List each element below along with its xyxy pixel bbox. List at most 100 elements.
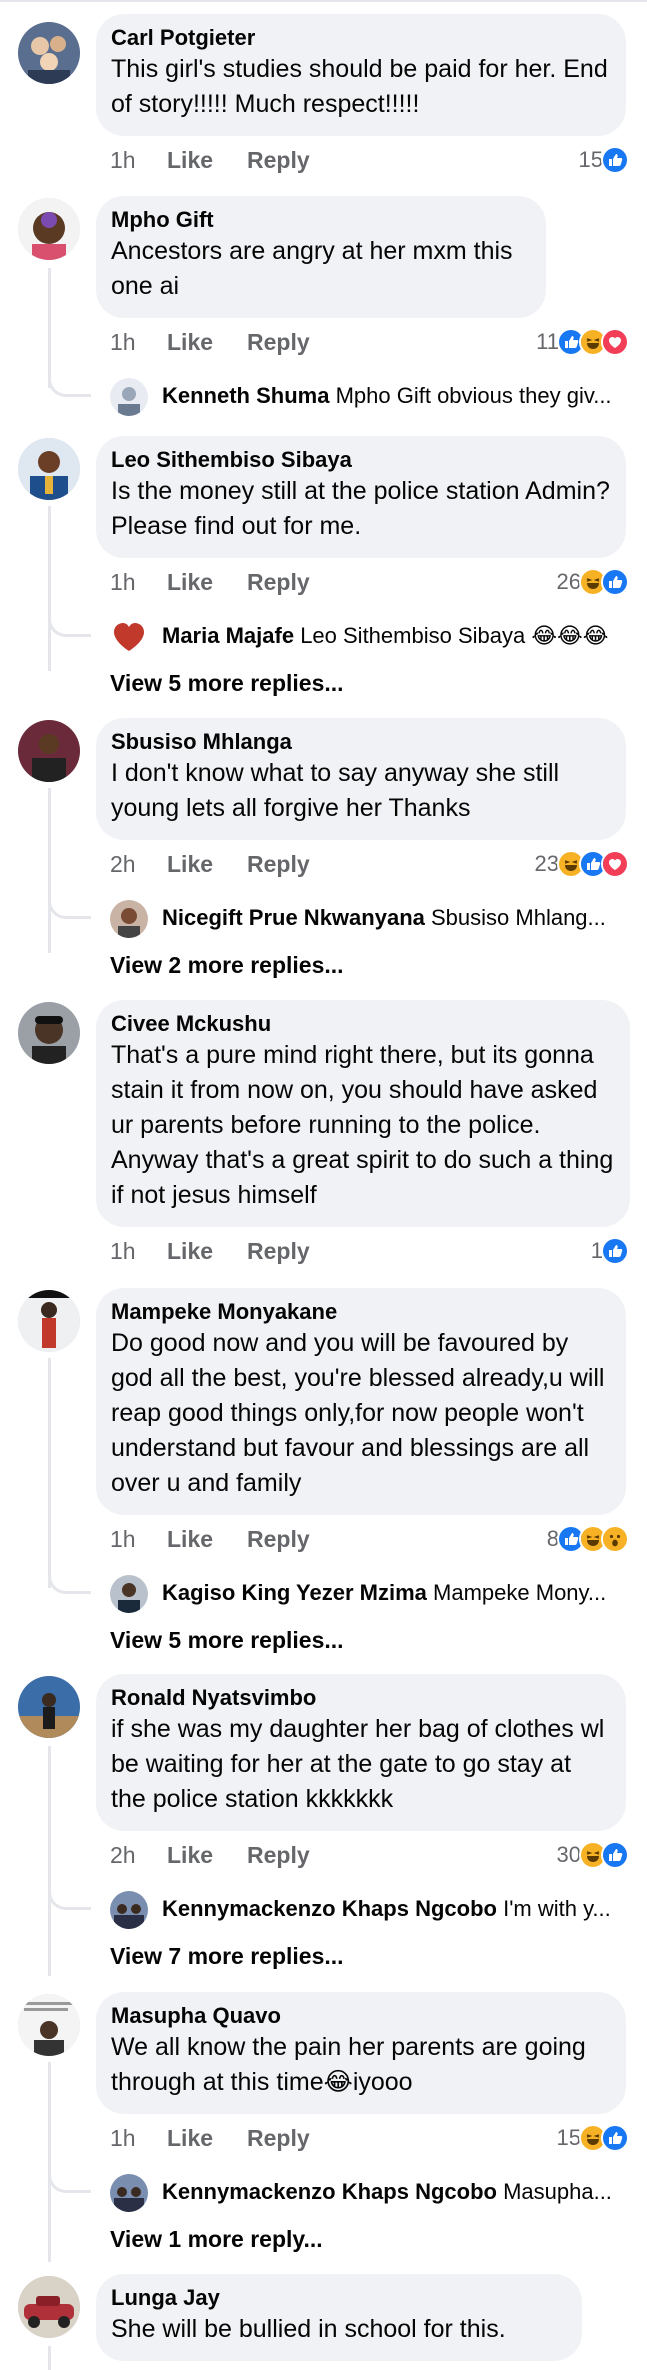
reply-button[interactable]: Reply — [247, 2123, 310, 2153]
reply-snippet: Mampeke Mony... — [433, 1580, 607, 1605]
like-button[interactable]: Like — [167, 1524, 213, 1554]
comment-author[interactable]: Mampeke Monyakane — [111, 1298, 610, 1326]
comment-time[interactable]: 1h — [110, 1236, 136, 1266]
comment-time[interactable]: 1h — [110, 327, 136, 357]
comment-actions: 1h Like Reply — [110, 1236, 629, 1266]
reply-button[interactable]: Reply — [247, 1524, 310, 1554]
reaction-summary[interactable]: 15 — [579, 145, 629, 175]
view-more-replies[interactable]: View 5 more replies... — [110, 1625, 344, 1655]
avatar — [110, 2174, 148, 2212]
comment-author[interactable]: Sbusiso Mhlanga — [111, 728, 610, 756]
reaction-count: 15 — [578, 147, 603, 172]
comment-author[interactable]: Masupha Quavo — [111, 2002, 610, 2030]
reaction-summary[interactable]: 8 — [547, 1524, 629, 1554]
like-icon — [601, 568, 629, 596]
reply-button[interactable]: Reply — [247, 1840, 310, 1870]
comment-thread: Masupha Quavo We all know the pain her p… — [0, 1992, 647, 2262]
reply-button[interactable]: Reply — [247, 849, 310, 879]
love-icon — [601, 328, 629, 356]
like-button[interactable]: Like — [167, 1840, 213, 1870]
comment-author[interactable]: Ronald Nyatsvimbo — [111, 1684, 610, 1712]
avatar — [110, 618, 148, 656]
comment-author[interactable]: Mpho Gift — [111, 206, 530, 234]
reply-button[interactable]: Reply — [247, 1236, 310, 1266]
like-button[interactable]: Like — [167, 145, 213, 175]
comment-thread: Mpho Gift Ancestors are angry at her mxm… — [0, 196, 647, 466]
reaction-summary[interactable]: 30 — [557, 1840, 629, 1870]
reply-preview[interactable]: Kagiso King Yezer Mzima Mampeke Mony... — [48, 1563, 637, 1613]
reaction-summary[interactable]: 15 — [557, 2123, 629, 2153]
comment-text: Is the money still at the police station… — [111, 477, 610, 540]
thread-connector — [48, 2162, 91, 2193]
reply-button[interactable]: Reply — [247, 145, 310, 175]
reply-preview[interactable]: Nicegift Prue Nkwanyana Sbusiso Mhlang..… — [48, 888, 637, 938]
reaction-count: 23 — [534, 851, 559, 876]
avatar[interactable] — [18, 2276, 80, 2338]
comment-author[interactable]: Carl Potgieter — [111, 24, 610, 52]
comment-bubble: Ronald Nyatsvimbo if she was my daughter… — [96, 1674, 626, 1831]
view-more-replies[interactable]: View 7 more replies... — [110, 1941, 344, 1971]
avatar[interactable] — [18, 1676, 80, 1738]
comment-time[interactable]: 1h — [110, 567, 136, 597]
like-button[interactable]: Like — [167, 2123, 213, 2153]
reply-author[interactable]: Kenneth Shuma — [162, 383, 329, 408]
reply-button[interactable]: Reply — [247, 327, 310, 357]
like-button[interactable]: Like — [167, 849, 213, 879]
thread-connector — [48, 606, 91, 637]
like-button[interactable]: Like — [167, 327, 213, 357]
view-more-replies[interactable]: View 5 more replies... — [110, 668, 344, 698]
comment-bubble: Lunga Jay She will be bullied in school … — [96, 2274, 582, 2361]
comment-actions: 1h Like Reply — [110, 2123, 629, 2153]
comment-actions: 1h Like Reply — [110, 567, 629, 597]
reaction-summary[interactable]: 26 — [557, 567, 629, 597]
like-button[interactable]: Like — [167, 567, 213, 597]
reaction-summary[interactable]: 23 — [535, 849, 629, 879]
reaction-summary[interactable]: 11 — [536, 327, 629, 357]
comment-bubble: Carl Potgieter This girl's studies shoul… — [96, 14, 626, 136]
comment-text: Ancestors are angry at her mxm this one … — [111, 237, 513, 300]
reply-author[interactable]: Kennymackenzo Khaps Ngcobo — [162, 1896, 497, 1921]
reply-preview[interactable]: Kennymackenzo Khaps Ngcobo Masupha... — [48, 2162, 637, 2212]
comment-author[interactable]: Civee Mckushu — [111, 1010, 614, 1038]
reply-snippet: I'm with y... — [503, 1896, 611, 1921]
reply-author[interactable]: Kagiso King Yezer Mzima — [162, 1580, 427, 1605]
reply-author[interactable]: Maria Majafe — [162, 623, 294, 648]
comment-text: This girl's studies should be paid for h… — [111, 55, 608, 118]
comment-time[interactable]: 2h — [110, 849, 136, 879]
comment-author[interactable]: Lunga Jay — [111, 2284, 566, 2312]
reply-preview[interactable]: Kennymackenzo Khaps Ngcobo I'm with y... — [48, 1879, 637, 1929]
comment-bubble: Mpho Gift Ancestors are angry at her mxm… — [96, 196, 546, 318]
comment-thread: Lunga Jay She will be bullied in school … — [0, 2274, 647, 2370]
avatar[interactable] — [18, 720, 80, 782]
reply-author[interactable]: Nicegift Prue Nkwanyana — [162, 905, 425, 930]
reply-author[interactable]: Kennymackenzo Khaps Ngcobo — [162, 2179, 497, 2204]
reply-preview[interactable]: Kenneth Shuma Mpho Gift obvious they giv… — [48, 366, 637, 416]
avatar[interactable] — [18, 1994, 80, 2056]
avatar[interactable] — [18, 198, 80, 260]
reply-preview[interactable]: Maria Majafe Leo Sithembiso Sibaya 😂😂😂 — [48, 606, 637, 656]
avatar[interactable] — [18, 438, 80, 500]
comment-author[interactable]: Leo Sithembiso Sibaya — [111, 446, 610, 474]
reaction-count: 15 — [556, 2125, 581, 2150]
comment-time[interactable]: 1h — [110, 2123, 136, 2153]
view-more-replies[interactable]: View 2 more replies... — [110, 950, 344, 980]
avatar[interactable] — [18, 1290, 80, 1352]
comment-thread: Carl Potgieter This girl's studies shoul… — [0, 14, 647, 184]
reply-button[interactable]: Reply — [247, 567, 310, 597]
view-more-replies[interactable]: View 1 more reply... — [110, 2224, 323, 2254]
like-button[interactable]: Like — [167, 1236, 213, 1266]
comment-bubble: Mampeke Monyakane Do good now and you wi… — [96, 1288, 626, 1515]
comment-bubble: Masupha Quavo We all know the pain her p… — [96, 1992, 626, 2114]
comment-bubble: Sbusiso Mhlanga I don't know what to say… — [96, 718, 626, 840]
avatar[interactable] — [18, 22, 80, 84]
reaction-count: 11 — [536, 329, 559, 354]
wow-icon — [601, 1525, 629, 1553]
comment-time[interactable]: 1h — [110, 145, 136, 175]
like-icon — [601, 1237, 629, 1265]
avatar[interactable] — [18, 1002, 80, 1064]
reaction-summary[interactable]: 1 — [591, 1236, 629, 1266]
comment-time[interactable]: 1h — [110, 1524, 136, 1554]
comment-text: She will be bullied in school for this. — [111, 2315, 506, 2343]
comment-time[interactable]: 2h — [110, 1840, 136, 1870]
thread-connector — [48, 366, 91, 397]
